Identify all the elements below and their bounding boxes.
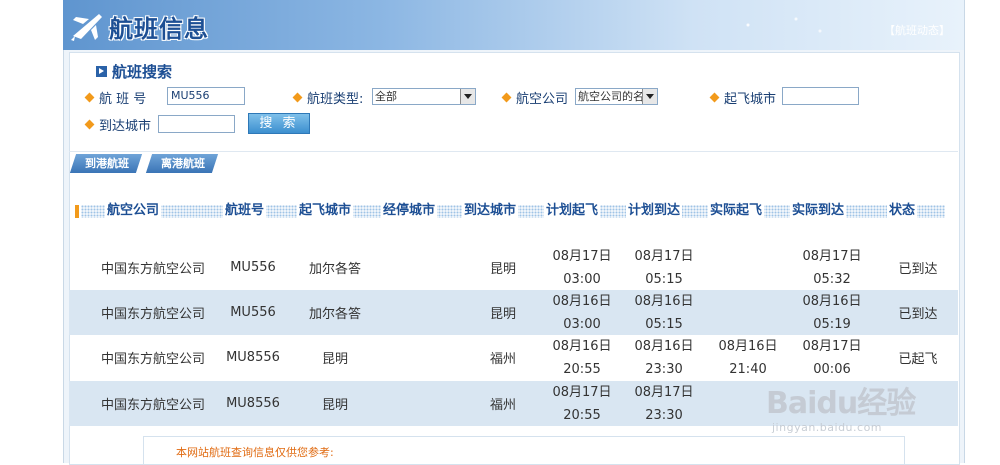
banner: 航班信息 【航班动态】 bbox=[63, 0, 964, 50]
col-actual-depart: 实际起飞 bbox=[708, 201, 765, 221]
airplane-icon bbox=[71, 14, 102, 41]
cell-from: 昆明 bbox=[321, 398, 348, 413]
cell-via bbox=[375, 335, 457, 380]
col-status: 状态 bbox=[887, 201, 918, 221]
date-text: 08月17日 bbox=[634, 384, 694, 400]
date-text: 08月16日 bbox=[552, 293, 612, 309]
diamond-bullet-icon bbox=[501, 92, 512, 103]
cell-status: 已到达 bbox=[898, 307, 938, 322]
date-text: 08月16日 bbox=[634, 338, 694, 354]
notice-text: 本网站航班查询信息仅供您参考: bbox=[176, 446, 334, 459]
flight-dynamics-link[interactable]: 【航班动态】 bbox=[884, 22, 950, 38]
time-text: 20:55 bbox=[563, 407, 601, 423]
airline-select[interactable]: 航空公司的名 bbox=[575, 88, 658, 105]
banner-title: 航班信息 bbox=[109, 15, 209, 43]
cell-flight: MU556 bbox=[230, 260, 276, 275]
cell-from: 加尔各答 bbox=[308, 262, 361, 277]
time-text: 05:19 bbox=[813, 316, 851, 332]
cell-via bbox=[375, 245, 457, 290]
chevron-down-icon[interactable] bbox=[460, 89, 475, 104]
date-text: 08月17日 bbox=[552, 384, 612, 400]
diamond-bullet-icon bbox=[84, 119, 95, 130]
time-text: 23:30 bbox=[645, 407, 683, 423]
watermark-brand: Baidu经验 bbox=[766, 386, 916, 421]
cell-flight: MU8556 bbox=[226, 396, 280, 411]
depart-city-input[interactable] bbox=[782, 87, 859, 105]
col-airline: 航空公司 bbox=[105, 201, 162, 221]
date-text: 08月16日 bbox=[802, 293, 862, 309]
baidu-watermark: Baidu经验 jingyan.baidu.com bbox=[766, 374, 946, 444]
cell-from: 昆明 bbox=[321, 352, 348, 367]
cell-act-dep bbox=[705, 290, 791, 335]
cell-to: 昆明 bbox=[489, 307, 516, 322]
time-text: 23:30 bbox=[645, 361, 683, 377]
time-text: 03:00 bbox=[563, 271, 601, 287]
arrive-city-label: 到达城市 bbox=[84, 115, 151, 134]
cell-via bbox=[375, 381, 457, 426]
cell-plan-dep: 08月16日 20:55 bbox=[541, 335, 623, 380]
time-text: 05:15 bbox=[645, 271, 683, 287]
cell-plan-arr: 08月17日 23:30 bbox=[623, 381, 705, 426]
depart-city-label: 起飞城市 bbox=[709, 88, 776, 107]
date-text: 08月16日 bbox=[552, 338, 612, 354]
airline-label: 航空公司 bbox=[501, 88, 568, 107]
table-header: 航空公司 航班号 起飞城市 经停城市 到达城市 计划起飞 计划到达 实际起飞 实… bbox=[75, 200, 945, 222]
cell-act-arr: 08月17日 05:32 bbox=[789, 245, 875, 290]
date-text: 08月17日 bbox=[634, 248, 694, 264]
banner-sparkles bbox=[724, 10, 844, 40]
time-text: 20:55 bbox=[563, 361, 601, 377]
time-text: 03:00 bbox=[563, 316, 601, 332]
diamond-bullet-icon bbox=[709, 92, 720, 103]
date-text: 08月17日 bbox=[802, 338, 862, 354]
watermark-url: jingyan.baidu.com bbox=[772, 421, 883, 434]
time-text: 05:32 bbox=[813, 271, 851, 287]
diamond-bullet-icon bbox=[84, 92, 95, 103]
cell-flight: MU8556 bbox=[226, 350, 280, 365]
cell-act-dep bbox=[705, 245, 791, 290]
col-actual-arrive: 实际到达 bbox=[790, 201, 847, 221]
cell-plan-dep: 08月17日 03:00 bbox=[541, 245, 623, 290]
table-row: 中国东方航空公司 MU556 加尔各答 昆明 08月17日 03:00 08月17日 05:1… bbox=[69, 245, 958, 290]
cell-plan-arr: 08月16日 05:15 bbox=[623, 290, 705, 335]
flight-no-label: 航 班 号 bbox=[84, 88, 146, 107]
cell-to: 昆明 bbox=[489, 262, 516, 277]
date-text: 08月17日 bbox=[552, 248, 612, 264]
cell-to: 福州 bbox=[489, 398, 516, 413]
cell-to: 福州 bbox=[489, 352, 516, 367]
tab-arrivals[interactable]: 到港航班 bbox=[69, 154, 143, 173]
cell-plan-dep: 08月17日 20:55 bbox=[541, 381, 623, 426]
cell-from: 加尔各答 bbox=[308, 307, 361, 322]
cell-status: 已到达 bbox=[898, 262, 938, 277]
chevron-down-icon[interactable] bbox=[642, 89, 657, 104]
time-text: 21:40 bbox=[729, 361, 767, 377]
col-flight-no: 航班号 bbox=[223, 201, 267, 221]
time-text: 05:15 bbox=[645, 316, 683, 332]
date-text: 08月17日 bbox=[802, 248, 862, 264]
search-button[interactable]: 搜 索 bbox=[248, 113, 310, 134]
tab-departures[interactable]: 离港航班 bbox=[145, 154, 219, 173]
cell-flight: MU556 bbox=[230, 305, 276, 320]
arrow-square-icon bbox=[96, 66, 107, 77]
cell-plan-arr: 08月17日 05:15 bbox=[623, 245, 705, 290]
col-depart-city: 起飞城市 bbox=[297, 201, 354, 221]
flight-type-select[interactable]: 全部 bbox=[372, 88, 476, 105]
cell-plan-arr: 08月16日 23:30 bbox=[623, 335, 705, 380]
col-plan-arrive: 计划到达 bbox=[626, 201, 683, 221]
flight-no-input[interactable]: MU556 bbox=[167, 87, 245, 105]
arrive-city-input[interactable] bbox=[158, 115, 235, 133]
cell-act-arr: 08月16日 05:19 bbox=[789, 290, 875, 335]
col-via-city: 经停城市 bbox=[381, 201, 438, 221]
date-text: 08月16日 bbox=[718, 338, 778, 354]
table-row: 中国东方航空公司 MU556 加尔各答 昆明 08月16日 03:00 08月16日 05:1… bbox=[69, 290, 958, 335]
date-text: 08月16日 bbox=[634, 293, 694, 309]
col-arrive-city: 到达城市 bbox=[462, 201, 519, 221]
search-section-title: 航班搜索 bbox=[96, 61, 172, 82]
flight-type-label: 航班类型: bbox=[292, 88, 363, 107]
flight-tabs: 到港航班 离港航班 bbox=[69, 151, 958, 174]
diamond-bullet-icon bbox=[292, 92, 303, 103]
cell-via bbox=[375, 290, 457, 335]
cell-plan-dep: 08月16日 03:00 bbox=[541, 290, 623, 335]
col-plan-depart: 计划起飞 bbox=[544, 201, 601, 221]
